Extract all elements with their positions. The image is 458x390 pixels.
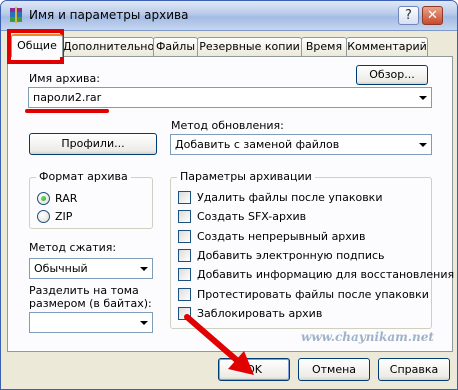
create-sfx-label[interactable]: Создать SFX-архив bbox=[197, 210, 306, 223]
tab-files[interactable]: Файлы bbox=[153, 37, 198, 56]
tab-general[interactable]: Общие bbox=[11, 34, 63, 57]
test-files-checkbox[interactable] bbox=[178, 288, 191, 301]
digital-signature-checkbox[interactable] bbox=[178, 249, 191, 262]
archive-name-input[interactable]: пароли2.rar bbox=[28, 87, 432, 108]
format-rar-radio[interactable] bbox=[37, 192, 50, 205]
digital-signature-label[interactable]: Добавить электронную подпись bbox=[197, 249, 385, 262]
update-method-value: Добавить с заменой файлов bbox=[175, 138, 340, 151]
update-method-label: Метод обновления: bbox=[171, 119, 284, 132]
format-zip-label[interactable]: ZIP bbox=[55, 210, 72, 223]
archive-format-title: Формат архива bbox=[36, 170, 131, 183]
cancel-button[interactable]: Отмена bbox=[298, 358, 370, 381]
browse-button[interactable]: Обзор... bbox=[356, 65, 428, 85]
chevron-down-icon[interactable] bbox=[415, 89, 430, 106]
create-sfx-checkbox[interactable] bbox=[178, 210, 191, 223]
tab-time[interactable]: Время bbox=[301, 37, 347, 56]
help-button[interactable]: Справка bbox=[378, 358, 450, 381]
test-files-label[interactable]: Протестировать файлы после упаковки bbox=[197, 288, 429, 301]
update-method-select[interactable]: Добавить с заменой файлов bbox=[170, 134, 432, 155]
chevron-down-icon[interactable] bbox=[136, 314, 151, 331]
delete-files-checkbox[interactable] bbox=[178, 191, 191, 204]
window-title: Имя и параметры архива bbox=[29, 8, 189, 22]
split-size-input[interactable] bbox=[29, 312, 153, 333]
close-icon: ✕ bbox=[427, 8, 438, 23]
title-bar[interactable]: Имя и параметры архива ? ✕ bbox=[1, 1, 457, 31]
compression-value: Обычный bbox=[34, 262, 88, 275]
winrar-icon bbox=[10, 7, 22, 23]
solid-archive-label[interactable]: Создать непрерывный архив bbox=[197, 230, 365, 243]
profiles-button[interactable]: Профили... bbox=[29, 133, 157, 155]
split-label-line2: размером (в байтах): bbox=[29, 297, 152, 310]
archive-name-label: Имя архива: bbox=[29, 72, 100, 85]
tab-advanced[interactable]: Дополнительно bbox=[62, 37, 154, 56]
chevron-down-icon[interactable] bbox=[136, 260, 151, 277]
tab-comment[interactable]: Комментарий bbox=[346, 37, 428, 56]
archive-name-value: пароли2.rar bbox=[33, 91, 102, 104]
archive-options-title: Параметры архивации bbox=[177, 170, 315, 183]
split-label-line1: Разделить на тома bbox=[29, 284, 139, 297]
format-rar-label[interactable]: RAR bbox=[55, 192, 77, 205]
arrow-annotation-icon bbox=[184, 314, 254, 375]
watermark-text: www.chaynikam.net bbox=[301, 330, 434, 344]
format-zip-radio[interactable] bbox=[37, 210, 50, 223]
compression-label: Метод сжатия: bbox=[29, 241, 117, 254]
help-title-button[interactable]: ? bbox=[398, 6, 419, 25]
archive-dialog: Имя и параметры архива ? ✕ Общие Дополни… bbox=[0, 0, 458, 390]
delete-files-label[interactable]: Удалить файлы после упаковки bbox=[197, 191, 382, 204]
close-window-button[interactable]: ✕ bbox=[422, 6, 443, 25]
tab-backup[interactable]: Резервные копии bbox=[197, 37, 302, 56]
compression-select[interactable]: Обычный bbox=[29, 258, 153, 279]
solid-archive-checkbox[interactable] bbox=[178, 230, 191, 243]
chevron-down-icon[interactable] bbox=[415, 136, 430, 153]
recovery-record-checkbox[interactable] bbox=[178, 268, 191, 281]
name-underline-annotation bbox=[25, 109, 109, 113]
recovery-record-label[interactable]: Добавить информацию для восстановления bbox=[197, 268, 454, 281]
